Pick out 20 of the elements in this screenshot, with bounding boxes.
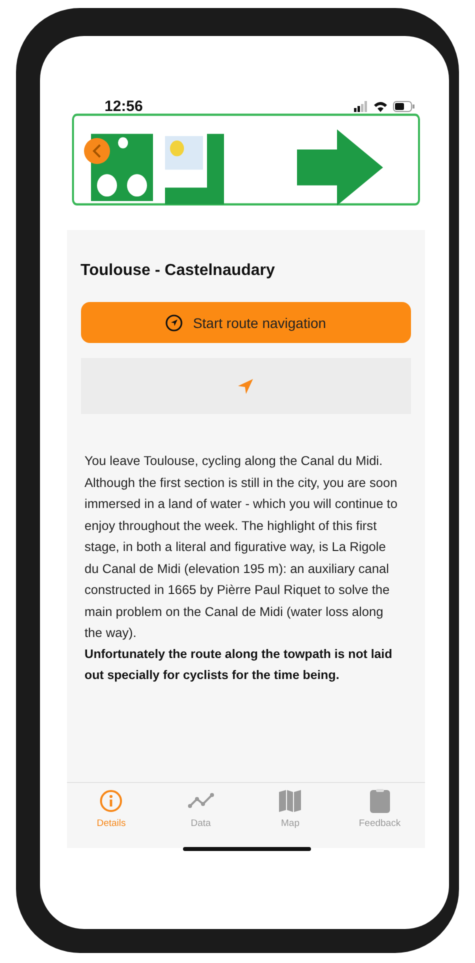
info-icon — [99, 789, 124, 813]
signal-icon — [354, 101, 368, 112]
canal-logo-drawing — [164, 134, 224, 204]
navigation-icon — [164, 314, 183, 332]
description-text: You leave Toulouse, cycling along the Canal du Midi. Although the first section is still in the city, you are soon immersed in a land of water - which you will continue to enjoy throughout the week. The highlight of this first stage, in both a literal and figurative way, is La Rigole du Canal de Midi (elevation 195 m): an auxiliary canal constructed in 1665 by Pièrre Paul Riquet to solve the main problem on the Canal de Midi (water loss along the way). — [84, 452, 398, 642]
map-icon — [278, 789, 302, 813]
tab[interactable]: Map — [246, 789, 335, 848]
tab[interactable]: Details — [66, 789, 156, 848]
battery-icon — [392, 101, 414, 112]
right-arrow-icon — [296, 129, 382, 206]
tab[interactable]: Data — [156, 789, 246, 848]
tab[interactable]: Feedback — [335, 789, 424, 848]
back-icon — [92, 144, 102, 158]
note-text: Unfortunately the route along the towpath is not laid out specially for cyclists for the time being. — [84, 646, 394, 684]
status-time: 12:56 — [104, 98, 143, 115]
start-navigation-button[interactable]: Start route navigation — [80, 302, 410, 343]
route-title: Toulouse - Castelnaudary — [80, 262, 276, 280]
wifi-icon — [372, 101, 388, 112]
location-arrow-icon — [237, 378, 254, 394]
clipboard-icon — [370, 789, 390, 813]
